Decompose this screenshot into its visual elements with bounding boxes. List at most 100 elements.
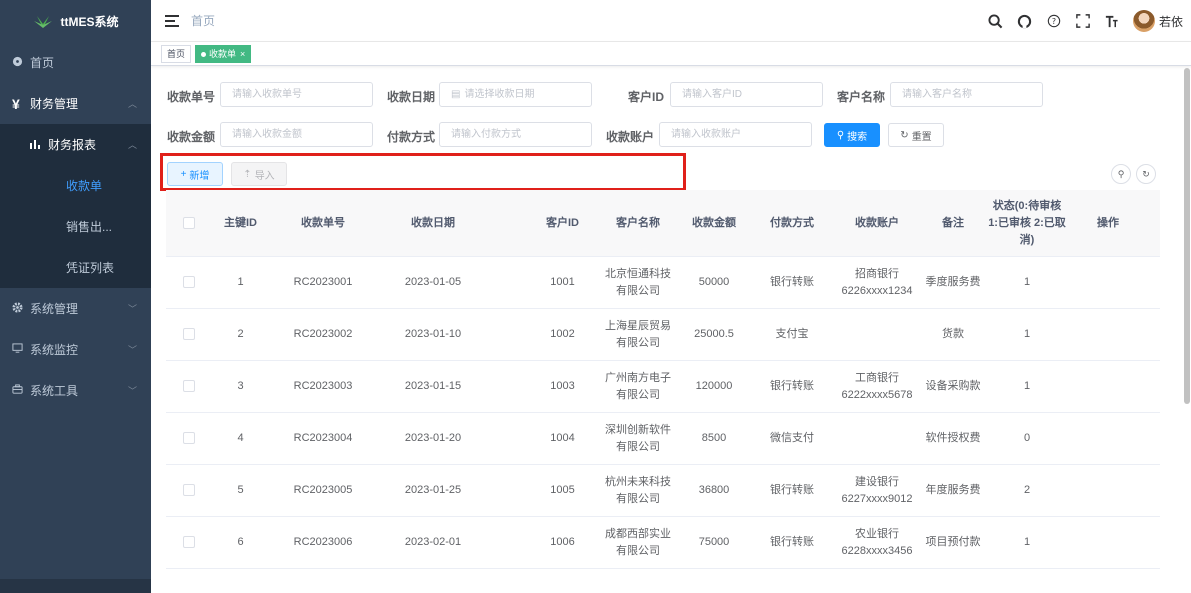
select-all-checkbox[interactable] [183, 216, 195, 229]
customer-name-input[interactable]: 请输入客户名称 [890, 82, 1043, 107]
tag-receipt[interactable]: 收款单 × [195, 44, 252, 63]
sidebar-item-tools[interactable]: 系统工具 ﹀ [0, 370, 151, 411]
customer-id-label: 客户ID [628, 90, 665, 104]
column-header[interactable]: 收款单号 [269, 215, 377, 232]
column-header[interactable]: 客户名称 [599, 215, 677, 232]
sidebar-item-finance[interactable]: ¥ 财务管理 ︿ [0, 83, 151, 124]
table-row[interactable]: 2 RC2023002 2023-01-10 1002 上海星辰贸易有限公司 25000.… [166, 309, 1160, 361]
sidebar-item-home[interactable]: 首页 [0, 42, 151, 83]
sidebar-item-voucher-list[interactable]: 凭证列表 [0, 247, 151, 288]
page-scrollbar[interactable] [1184, 68, 1190, 404]
table-cell-status: 1 [1023, 276, 1031, 288]
chevron-up-icon: ︿ [127, 99, 137, 109]
column-header[interactable]: 操作 [1069, 215, 1147, 232]
table-cell-date: 2023-01-15 [404, 380, 462, 392]
table-cell-account: 农业银行 6228xxxx3456 [841, 527, 913, 557]
yen-icon: ¥ [12, 95, 20, 112]
amount-input[interactable]: 请输入收款金额 [220, 122, 373, 147]
toggle-search-button[interactable]: ⚲ [1111, 164, 1131, 184]
user-name[interactable]: 若依 [1159, 13, 1183, 30]
app-title: ttMES系统 [60, 14, 119, 29]
row-select-cell [166, 274, 212, 291]
column-header[interactable]: 主键ID [212, 215, 269, 232]
row-checkbox[interactable] [183, 432, 195, 445]
column-header[interactable]: 收款日期 [377, 215, 489, 232]
table-cell-pay: 支付宝 [775, 328, 809, 340]
pay-method-input[interactable]: 请输入付款方式 [439, 122, 592, 147]
row-select-cell [166, 482, 212, 499]
column-header[interactable]: 状态(0:待审核 1:已审核 2:已取消) [985, 198, 1069, 249]
table-cell-pay: 银行转账 [770, 484, 814, 496]
table-cell-date: 2023-01-10 [404, 328, 462, 340]
breadcrumb[interactable]: 首页 [191, 12, 215, 29]
row-checkbox[interactable] [183, 484, 195, 497]
table-cell-pay: 银行转账 [770, 380, 814, 392]
receipt-no-input[interactable]: 请输入收款单号 [220, 82, 373, 107]
pay-method-label: 付款方式 [387, 130, 436, 144]
table-row[interactable]: 1 RC2023001 2023-01-05 1001 北京恒通科技有限公司 50000 银… [166, 257, 1160, 309]
sidebar-item-monitor[interactable]: 系统监控 ﹀ [0, 329, 151, 370]
table-cell-date: 2023-01-25 [404, 484, 462, 496]
table-cell-pay: 银行转账 [770, 276, 814, 288]
table-cell-id: 4 [237, 432, 244, 444]
fullscreen-icon[interactable] [1075, 13, 1091, 29]
sidebar-item-label: 系统监控 [30, 343, 79, 357]
chevron-down-icon: ﹀ [127, 345, 137, 355]
row-checkbox[interactable] [183, 276, 195, 289]
column-header[interactable]: 收款账户 [833, 215, 921, 232]
refresh-button[interactable]: ↻ [1136, 164, 1156, 184]
column-header[interactable]: 备注 [921, 215, 985, 232]
row-select-cell [166, 430, 212, 447]
app-logo[interactable]: ttMES系统 [0, 0, 151, 42]
row-checkbox[interactable] [183, 328, 195, 341]
close-icon[interactable]: × [240, 49, 245, 59]
table-cell-cid: 1004 [550, 432, 575, 444]
sidebar-item-label: 财务管理 [30, 97, 79, 111]
customer-id-input[interactable]: 请输入客户ID [670, 82, 823, 107]
search-icon[interactable] [988, 13, 1004, 29]
column-header[interactable]: 付款方式 [751, 215, 833, 232]
navbar: 首页 ? 若依 [151, 0, 1191, 42]
row-select-cell [166, 534, 212, 551]
table-row[interactable]: 6 RC2023006 2023-02-01 1006 成都西部实业有限公司 75000 银… [166, 517, 1160, 569]
account-input[interactable]: 请输入收款账户 [659, 122, 812, 147]
help-icon[interactable]: ? [1046, 13, 1062, 29]
table-cell-no: RC2023001 [293, 276, 353, 288]
table-row[interactable]: 5 RC2023005 2023-01-25 1005 杭州未来科技有限公司 36800 银… [166, 465, 1160, 517]
table-body: 1 RC2023001 2023-01-05 1001 北京恒通科技有限公司 50000 银… [166, 257, 1160, 569]
table-cell-cname: 上海星辰贸易有限公司 [605, 319, 671, 349]
hamburger-icon[interactable] [165, 14, 179, 27]
table-cell-cname: 杭州未来科技有限公司 [605, 475, 671, 505]
avatar[interactable] [1132, 10, 1155, 32]
sidebar-scrollbar[interactable] [0, 579, 151, 593]
github-icon[interactable] [1017, 13, 1033, 29]
font-size-icon[interactable] [1104, 13, 1120, 29]
table-cell-cname: 广州南方电子有限公司 [605, 371, 671, 401]
sidebar-item-finance-report[interactable]: 财务报表 ︿ [0, 124, 151, 165]
sidebar-item-receipt[interactable]: 收款单 [0, 165, 151, 206]
tag-home[interactable]: 首页 [161, 44, 192, 63]
reset-button[interactable]: ↻ 重置 [888, 123, 944, 147]
search-button[interactable]: ⚲ 搜索 [824, 123, 880, 147]
row-checkbox[interactable] [183, 380, 195, 393]
main-content: 首页 ? 若依 首页 收款单 × 收款单号 请输入收款单号 收款日期 ▤ 请选择… [151, 0, 1191, 593]
finance-submenu: 财务报表 ︿ 收款单 销售出... 凭证列表 [0, 124, 151, 288]
table-cell-amount: 120000 [695, 380, 733, 392]
column-header[interactable]: 客户ID [489, 215, 599, 232]
table-cell-account: 工商银行 6222xxxx5678 [841, 371, 913, 401]
table-cell-remark: 软件授权费 [925, 432, 981, 444]
sidebar-item-label: 系统工具 [30, 384, 79, 398]
sidebar-item-system[interactable]: 系统管理 ﹀ [0, 288, 151, 329]
receipt-date-picker[interactable]: ▤ 请选择收款日期 [439, 82, 592, 107]
table-cell-remark: 货款 [942, 328, 964, 340]
table-row[interactable]: 3 RC2023003 2023-01-15 1003 广州南方电子有限公司 120000… [166, 361, 1160, 413]
search-icon: ⚲ [1117, 168, 1125, 179]
table-row[interactable]: 4 RC2023004 2023-01-20 1004 深圳创新软件有限公司 8500 微信… [166, 413, 1160, 465]
column-header[interactable]: 收款金额 [677, 215, 751, 232]
table-cell-remark: 设备采购款 [925, 380, 981, 392]
row-checkbox[interactable] [183, 536, 195, 549]
sidebar-item-sales-out[interactable]: 销售出... [0, 206, 151, 247]
receipt-date-label: 收款日期 [387, 90, 436, 104]
table-cell-status: 1 [1023, 328, 1031, 340]
customer-name-label: 客户名称 [837, 90, 886, 104]
